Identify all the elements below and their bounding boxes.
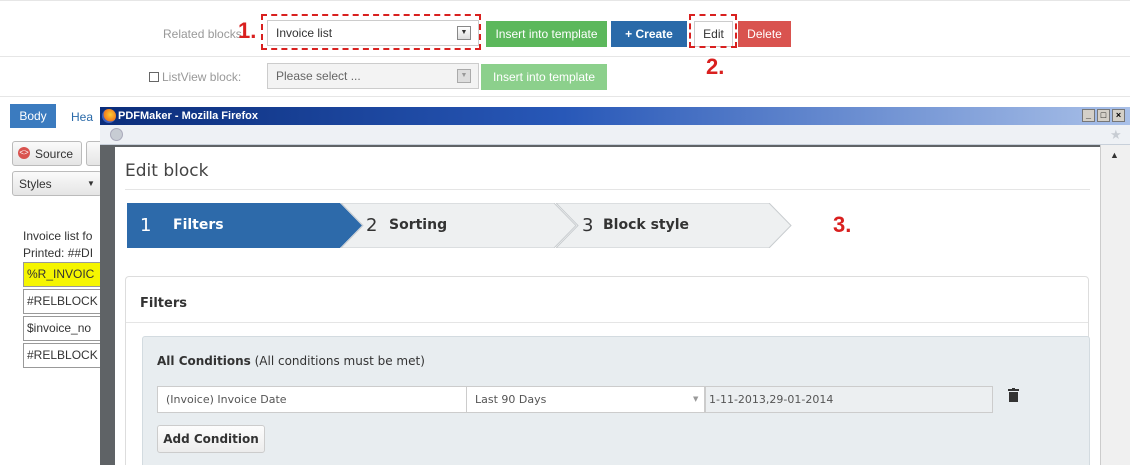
source-button[interactable]: <> Source [12, 141, 82, 166]
listview-checkbox[interactable] [149, 72, 159, 82]
related-blocks-label: Related blocks [163, 27, 242, 41]
annotation-1: 1. [238, 18, 257, 43]
annotation-2: 2. [706, 54, 725, 79]
annotation-box-2 [689, 14, 737, 48]
listview-select-value: Please select ... [276, 69, 361, 83]
invoice-list-text: Invoice list fo [23, 229, 93, 243]
chevron-down-icon: ▼ [87, 179, 95, 188]
listview-block-label: ListView block: [162, 70, 242, 84]
table-cell: #RELBLOCK [23, 289, 103, 314]
insert-into-template-button[interactable]: Insert into template [486, 21, 607, 47]
tab-body[interactable]: Body [10, 104, 56, 128]
listview-insert-button[interactable]: Insert into template [481, 64, 607, 90]
source-button-label: Source [35, 147, 74, 161]
delete-button[interactable]: Delete [738, 21, 791, 47]
tab-header[interactable]: Hea [71, 110, 93, 124]
printed-text: Printed: ##DI [23, 246, 94, 260]
styles-dropdown-label: Styles [19, 177, 52, 191]
table-cell: $invoice_no [23, 316, 103, 341]
annotation-3: 3. [833, 212, 852, 237]
listview-block-select[interactable]: Please select ... ▼ [267, 63, 479, 89]
table-cell: %R_INVOIC [23, 262, 103, 287]
annotation-box-1 [261, 14, 481, 50]
chevron-down-icon[interactable]: ▼ [457, 69, 471, 83]
annotation-box-3 [100, 107, 1130, 465]
table-cell: #RELBLOCK [23, 343, 103, 368]
styles-dropdown[interactable]: Styles ▼ [12, 171, 102, 196]
firefox-popup-window: PDFMaker - Mozilla Firefox _ □ × ★ ▲ Edi… [100, 107, 1130, 465]
source-icon: <> [18, 147, 30, 159]
create-button[interactable]: + Create [611, 21, 687, 47]
